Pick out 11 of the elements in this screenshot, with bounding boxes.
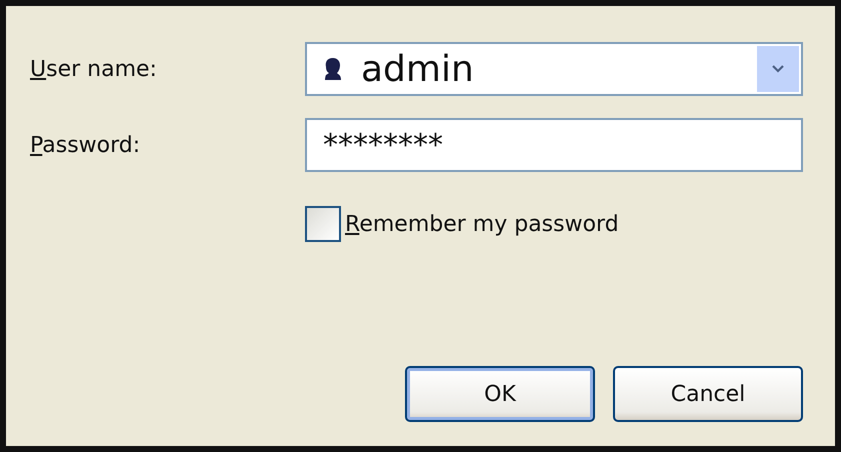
field-label: User name: bbox=[30, 56, 158, 82]
password-field[interactable]: ******** bbox=[305, 118, 803, 172]
remember-checkbox[interactable] bbox=[305, 206, 341, 242]
chevron-down-icon bbox=[772, 65, 784, 73]
user-icon bbox=[323, 57, 343, 81]
user-name-value: admin bbox=[361, 48, 475, 90]
field-label: Password: bbox=[30, 132, 142, 158]
checkbox-label: Remember my password bbox=[345, 212, 619, 236]
user-name-dropdown[interactable]: admin bbox=[305, 42, 803, 96]
ok-button[interactable]: OK bbox=[405, 366, 595, 422]
cancel-button[interactable]: Cancel bbox=[613, 366, 803, 422]
